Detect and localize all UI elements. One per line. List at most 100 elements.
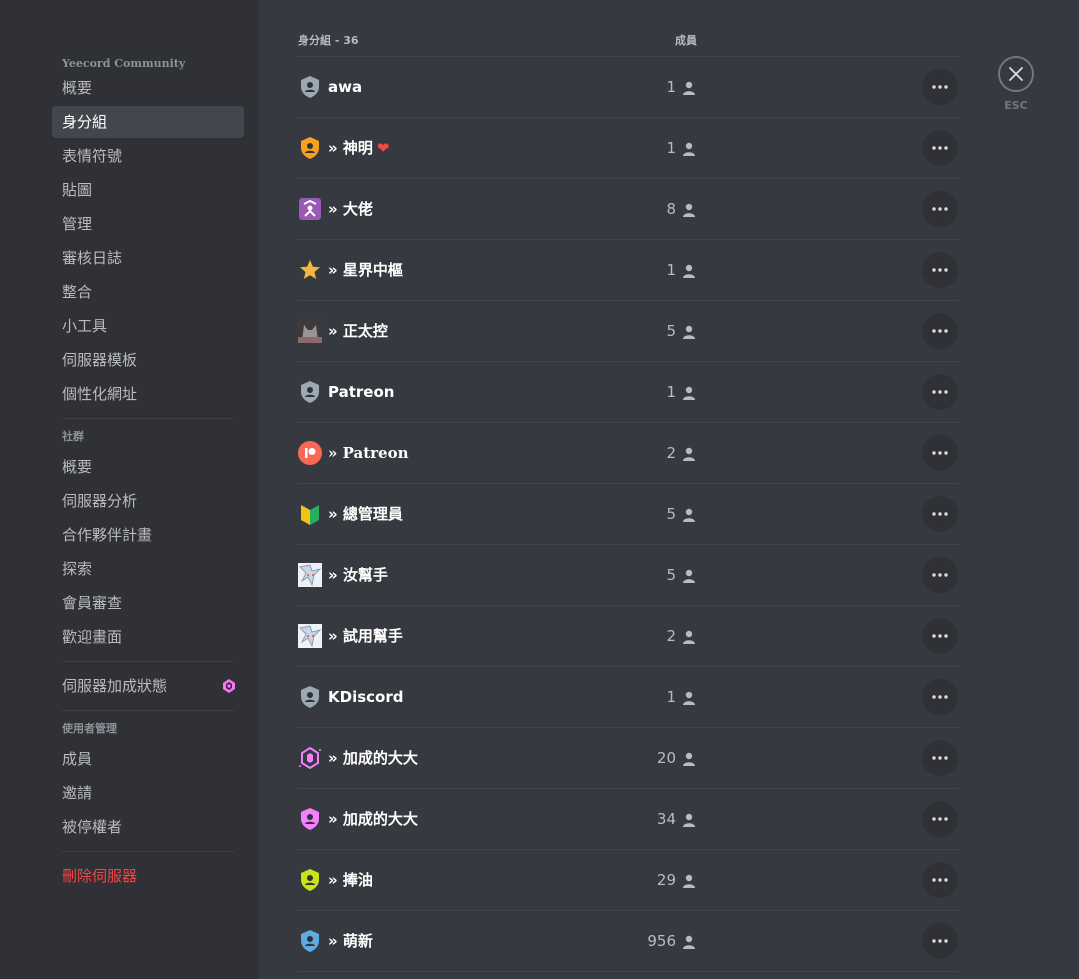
sidebar-item[interactable]: 個性化網址	[52, 378, 244, 410]
roles-list-header: 身分組 - 36 成員	[298, 32, 958, 57]
role-name-text: » 加成的大大	[328, 810, 418, 828]
server-name-header: Yeecord Community	[62, 57, 186, 70]
more-horizontal-icon	[932, 878, 948, 882]
sidebar-item[interactable]: 身分組	[52, 106, 244, 138]
more-options-button[interactable]	[922, 191, 958, 227]
delete-server-button[interactable]: 刪除伺服器	[52, 860, 244, 892]
person-icon	[681, 141, 697, 157]
sidebar-item-label: 審核日誌	[62, 249, 123, 267]
sidebar-item[interactable]: 整合	[52, 276, 244, 308]
roles-list: awa 1 » 神明 ❤ 1 » 大佬 8 » 星界中樞 1 » 正太控 5 Patreon 1 » Pa…	[298, 57, 958, 972]
more-options-button[interactable]	[922, 618, 958, 654]
sidebar-item[interactable]: 概要	[52, 451, 244, 483]
sidebar-item-label: 合作夥伴計畫	[62, 526, 153, 544]
shield-person-icon	[298, 807, 322, 831]
sidebar-item[interactable]: 歡迎畫面	[52, 621, 244, 653]
role-row[interactable]: » 捧油 29	[298, 850, 958, 911]
more-options-button[interactable]	[922, 435, 958, 471]
person-icon	[681, 202, 697, 218]
sidebar-item-server-boost[interactable]: 伺服器加成狀態	[52, 670, 244, 702]
member-count: 1	[666, 261, 676, 279]
member-count: 1	[666, 139, 676, 157]
community-header: 社群	[62, 430, 84, 443]
sidebar-item[interactable]: 合作夥伴計畫	[52, 519, 244, 551]
more-options-button[interactable]	[922, 557, 958, 593]
members-column-header: 成員	[675, 34, 697, 47]
role-row[interactable]: » 星界中樞 1	[298, 240, 958, 301]
role-name: Patreon	[328, 362, 394, 422]
sidebar-item[interactable]: 貼圖	[52, 174, 244, 206]
sidebar-item[interactable]: 邀請	[52, 777, 244, 809]
divider	[62, 710, 234, 711]
roles-count-header: 身分組 - 36	[298, 34, 359, 47]
role-row[interactable]: » 正太控 5	[298, 301, 958, 362]
more-options-button[interactable]	[922, 313, 958, 349]
anime-avatar-icon	[298, 624, 322, 648]
role-row[interactable]: awa 1	[298, 57, 958, 118]
role-name-text: » 捧油	[328, 871, 373, 889]
more-horizontal-icon	[932, 390, 948, 394]
user-management-header: 使用者管理	[62, 722, 117, 735]
role-name-text: » 神明	[328, 139, 373, 157]
sidebar-item[interactable]: 概要	[52, 72, 244, 104]
sidebar-item-label: 貼圖	[62, 181, 93, 199]
more-horizontal-icon	[932, 756, 948, 760]
sidebar-item-label: 概要	[62, 458, 93, 476]
close-button[interactable]	[998, 56, 1034, 92]
role-row[interactable]: » 總管理員 5	[298, 484, 958, 545]
more-options-button[interactable]	[922, 679, 958, 715]
more-options-button[interactable]	[922, 252, 958, 288]
sidebar-item[interactable]: 管理	[52, 208, 244, 240]
person-icon	[681, 80, 697, 96]
sidebar-item-label: 小工具	[62, 317, 108, 335]
person-icon	[681, 507, 697, 523]
role-name: » 汝幫手	[328, 545, 388, 605]
shield-person-icon	[298, 685, 322, 709]
role-row[interactable]: » 加成的大大 34	[298, 789, 958, 850]
role-row[interactable]: » 神明 ❤ 1	[298, 118, 958, 179]
more-options-button[interactable]	[922, 496, 958, 532]
sidebar-item[interactable]: 伺服器模板	[52, 344, 244, 376]
more-options-button[interactable]	[922, 374, 958, 410]
role-row[interactable]: Patreon 1	[298, 362, 958, 423]
sidebar-item-label: 整合	[62, 283, 93, 301]
sidebar-item[interactable]: 表情符號	[52, 140, 244, 172]
role-row[interactable]: » 萌新 956	[298, 911, 958, 972]
sidebar-item[interactable]: 成員	[52, 743, 244, 775]
role-name: » 加成的大大	[328, 728, 418, 788]
more-options-button[interactable]	[922, 130, 958, 166]
sidebar-item[interactable]: 伺服器分析	[52, 485, 244, 517]
sidebar-item-label: 被停權者	[62, 818, 123, 836]
role-name: » 星界中樞	[328, 240, 403, 300]
role-name: » 總管理員	[328, 484, 403, 544]
role-name-text: » 總管理員	[328, 505, 403, 523]
more-horizontal-icon	[932, 695, 948, 699]
more-options-button[interactable]	[922, 69, 958, 105]
user-management-list: 成員 邀請被停權者	[52, 743, 244, 843]
boost-gem-icon	[298, 746, 322, 770]
role-name-text: » 星界中樞	[328, 261, 403, 279]
role-row[interactable]: » 大佬 8	[298, 179, 958, 240]
sidebar-item[interactable]: 被停權者	[52, 811, 244, 843]
role-row[interactable]: » Patreon 2	[298, 423, 958, 484]
shield-person-icon	[298, 929, 322, 953]
role-row[interactable]: » 試用幫手 2	[298, 606, 958, 667]
role-name: » 捧油	[328, 850, 373, 910]
sidebar-item[interactable]: 會員審查	[52, 587, 244, 619]
role-row[interactable]: KDiscord 1	[298, 667, 958, 728]
sidebar-item[interactable]: 探索	[52, 553, 244, 585]
member-count: 8	[666, 200, 676, 218]
sidebar-item-label: 伺服器模板	[62, 351, 138, 369]
member-count: 956	[647, 932, 676, 950]
role-name: » 大佬	[328, 179, 373, 239]
more-options-button[interactable]	[922, 862, 958, 898]
sidebar-item[interactable]: 審核日誌	[52, 242, 244, 274]
role-row[interactable]: » 汝幫手 5	[298, 545, 958, 606]
role-row[interactable]: » 加成的大大 20	[298, 728, 958, 789]
more-options-button[interactable]	[922, 801, 958, 837]
person-icon	[681, 751, 697, 767]
more-options-button[interactable]	[922, 740, 958, 776]
more-options-button[interactable]	[922, 923, 958, 959]
role-name-text: » 正太控	[328, 322, 388, 340]
sidebar-item[interactable]: 小工具	[52, 310, 244, 342]
